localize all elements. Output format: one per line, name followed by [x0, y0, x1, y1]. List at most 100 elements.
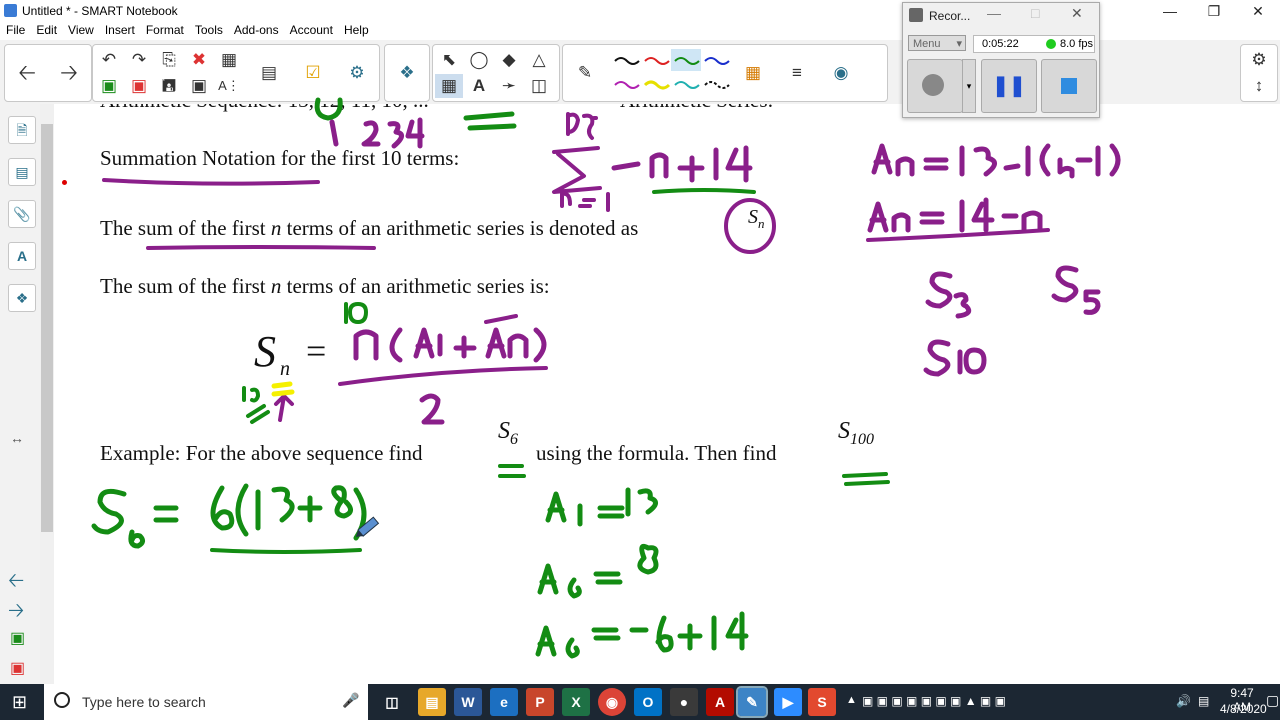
acrobat-icon[interactable]: A — [706, 688, 734, 716]
clock-date[interactable]: 4/8/2020 — [1220, 702, 1267, 716]
sidebar-delete-page-icon[interactable]: ▣ — [10, 658, 25, 678]
scrollbar-thumb[interactable] — [41, 124, 53, 532]
addons-group: ❖ — [384, 44, 430, 102]
pen-presets[interactable] — [609, 49, 739, 97]
recorder-time: 0:05:22 — [982, 38, 1019, 50]
tray-expand-icon[interactable]: ▲ — [846, 694, 857, 706]
add-page-icon[interactable]: ▣ — [95, 74, 123, 98]
menu-addons[interactable]: Add-ons — [228, 22, 284, 37]
sidebar-prev-arrow-icon[interactable]: 🡠 — [8, 566, 24, 600]
smart-notebook-taskbar-icon[interactable]: ✎ — [736, 686, 768, 718]
pause-icon[interactable]: ❚❚ — [981, 59, 1037, 113]
color-palette-icon[interactable]: ▦ — [739, 61, 767, 85]
line-tool-icon[interactable]: ➛ — [495, 74, 523, 98]
menu-file[interactable]: File — [0, 22, 30, 37]
properties-icon[interactable]: ◉ — [827, 61, 855, 85]
activity-builder-icon[interactable]: ☑ — [299, 61, 327, 85]
chevron-down-icon: ▾ — [956, 38, 962, 50]
screen-shade-icon[interactable]: ▣ — [185, 74, 213, 98]
notebook-page[interactable]: Arithmetic Sequence: 13, 12, 11, 10, ...… — [54, 104, 1280, 684]
sidebar: 🗎 ▤ 📎 A ❖ ↔ 🡠 🡢 ▣ ▣ — [0, 104, 41, 684]
menu-edit[interactable]: Edit — [30, 22, 62, 37]
windows-start-icon[interactable]: ⊞ — [12, 692, 32, 712]
outlook-icon[interactable]: O — [634, 688, 662, 716]
delete-icon[interactable]: ✖ — [185, 48, 213, 72]
summation-notation-text: Summation Notation for the first 10 term… — [100, 146, 460, 170]
chrome-icon[interactable]: ◉ — [598, 688, 626, 716]
paste-icon[interactable]: ⎘ — [155, 48, 183, 72]
pen-icon[interactable]: ✎ — [571, 61, 599, 85]
snagit-icon[interactable]: S — [808, 688, 836, 716]
nav-group: 🡠 🡢 — [4, 44, 92, 102]
sum-is-text: The sum of the first n terms of an arith… — [100, 274, 550, 298]
eraser-icon[interactable]: ◫ — [525, 74, 553, 98]
table-icon[interactable]: ▦ — [215, 48, 243, 72]
properties-tab-icon[interactable]: A — [8, 242, 36, 270]
toolbar-position-icon[interactable]: ↕ — [1245, 74, 1273, 98]
page-sorter-icon[interactable]: 🗎 — [8, 116, 36, 144]
gallery-icon[interactable]: ▤ — [8, 158, 36, 186]
document-camera-icon[interactable]: ▤ — [255, 61, 283, 85]
undo-icon[interactable]: ↶ — [95, 48, 123, 72]
record-button[interactable] — [907, 59, 963, 113]
network-icon[interactable]: ▤ — [1198, 694, 1209, 708]
select-arrow-icon[interactable]: ⬉ — [435, 48, 463, 72]
menu-account[interactable]: Account — [284, 22, 338, 37]
measure-icon[interactable]: ▦ — [435, 74, 463, 98]
fill-icon[interactable]: ◆ — [495, 48, 523, 72]
stop-button[interactable] — [1041, 59, 1097, 113]
puzzle-icon[interactable]: ❖ — [393, 61, 421, 85]
magic-pen-icon[interactable]: ◯ — [465, 48, 493, 72]
s6-symbol: S6 — [498, 418, 518, 448]
red-dot — [62, 180, 67, 185]
recorder-maximize-button[interactable]: □ — [1031, 5, 1039, 21]
restore-button[interactable]: ❐ — [1192, 0, 1236, 22]
record-options-button[interactable]: ▾ — [962, 59, 976, 113]
recorder-window[interactable]: Recor... — □ ✕ Menu ▾ 0:05:22 8.0 fps ▾ ❚… — [902, 2, 1100, 118]
menu-help[interactable]: Help — [338, 22, 374, 37]
window-title: Untitled * - SMART Notebook — [22, 4, 178, 18]
attachments-paperclip-icon[interactable]: 📎 — [8, 200, 36, 228]
volume-icon[interactable]: 🔊 — [1176, 694, 1191, 708]
file-explorer-icon[interactable]: ▤ — [418, 688, 446, 716]
sidebar-add-page-icon[interactable]: ▣ — [10, 628, 25, 648]
example-text-a: Example: For the above sequence find — [100, 441, 423, 465]
tray-icons[interactable]: ▣ ▣ ▣ ▣ ▣ ▣ ▣ ▲ ▣ ▣ — [862, 694, 1006, 708]
line-style-icon[interactable]: ≡ — [783, 61, 811, 85]
settings-gear-icon[interactable]: ⚙ — [1245, 48, 1273, 72]
edge-icon[interactable]: e — [490, 688, 518, 716]
taskbar-search[interactable]: Type here to search 🎤 — [44, 684, 368, 720]
minimize-button[interactable]: — — [1148, 0, 1192, 22]
save-icon[interactable]: 🖪 — [155, 74, 183, 98]
recorder-minimize-button[interactable]: — — [987, 5, 1001, 21]
redo-icon[interactable]: ↷ — [125, 48, 153, 72]
resize-sidebar-icon[interactable]: ↔ — [10, 430, 24, 446]
excel-icon[interactable]: X — [562, 688, 590, 716]
microphone-icon[interactable]: 🎤 — [342, 692, 359, 709]
response-icon[interactable]: ⚙ — [343, 61, 371, 85]
menu-view[interactable]: View — [62, 22, 99, 37]
previous-page-arrow-icon[interactable]: 🡠 — [13, 61, 41, 85]
delete-page-icon[interactable]: ▣ — [125, 74, 153, 98]
series-heading: Arithmetic Series: — [620, 104, 773, 113]
powerpoint-icon[interactable]: P — [526, 688, 554, 716]
recorder-menu-dropdown[interactable]: Menu ▾ — [908, 35, 966, 51]
next-page-arrow-icon[interactable]: 🡢 — [55, 61, 83, 85]
menu-format[interactable]: Format — [140, 22, 189, 37]
recorder-close-button[interactable]: ✕ — [1071, 5, 1083, 22]
notifications-icon[interactable]: ▢ — [1266, 692, 1279, 709]
addons-tab-icon[interactable]: ❖ — [8, 284, 36, 312]
menu-insert[interactable]: Insert — [99, 22, 140, 37]
spell-check-icon[interactable]: A⋮ — [215, 74, 243, 98]
recorder-app-icon — [909, 8, 923, 22]
shape-recognition-icon[interactable]: △ — [525, 48, 553, 72]
task-view-icon[interactable]: ◫ — [378, 688, 406, 716]
recorder-taskbar-icon[interactable]: ● — [670, 688, 698, 716]
close-button[interactable]: ✕ — [1236, 0, 1280, 22]
sidebar-next-arrow-icon[interactable]: 🡢 — [8, 596, 24, 630]
zoom-icon[interactable]: ▶ — [774, 688, 802, 716]
right-tools: ⚙ ↕ — [1240, 44, 1278, 102]
menu-tools[interactable]: Tools — [189, 22, 228, 37]
word-icon[interactable]: W — [454, 688, 482, 716]
text-tool-icon[interactable]: A — [465, 74, 493, 98]
